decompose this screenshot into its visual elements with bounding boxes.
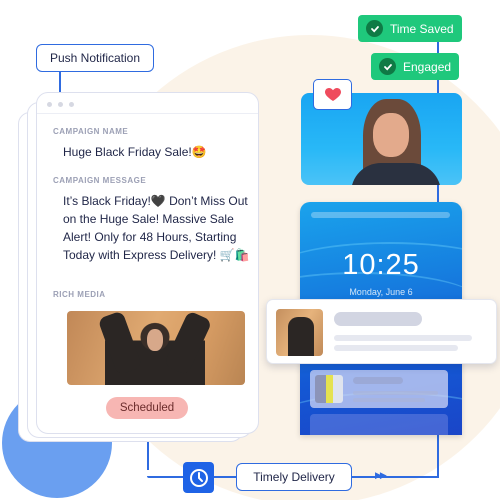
status-bar: [311, 212, 450, 218]
status-badge: Scheduled: [106, 397, 188, 419]
campaign-card: CAMPAIGN NAME Huge Black Friday Sale!🤩 C…: [36, 92, 259, 434]
outcome-engaged: Engaged: [371, 53, 460, 80]
campaign-message-value[interactable]: It’s Black Friday!🖤 Don’t Miss Out on th…: [63, 192, 258, 264]
skeleton-title: [353, 377, 403, 384]
skeleton-line: [353, 398, 425, 402]
clock-icon: [183, 462, 214, 493]
connector-line: [147, 476, 183, 478]
skeleton-line: [353, 391, 438, 395]
rich-media-label: RICH MEDIA: [53, 290, 106, 299]
notification-thumbnail: [315, 375, 343, 403]
connector-line: [352, 476, 438, 478]
notification-card[interactable]: [310, 414, 448, 435]
rich-media-image[interactable]: [67, 311, 245, 385]
outcome-label: Engaged: [403, 59, 452, 74]
double-arrow-right-icon: ▶▶: [375, 470, 387, 480]
skeleton-title: [334, 312, 422, 326]
campaign-name-label: CAMPAIGN NAME: [53, 127, 129, 136]
outcome-time-saved: Time Saved: [358, 15, 462, 42]
check-circle-icon: [379, 58, 396, 75]
notification-card-highlighted[interactable]: [266, 299, 497, 364]
timely-delivery-label: Timely Delivery: [236, 463, 352, 491]
notification-card[interactable]: [310, 370, 448, 408]
check-circle-icon: [366, 20, 383, 37]
connector-line: [59, 72, 61, 94]
push-notification-label: Push Notification: [36, 44, 154, 72]
outcome-label: Time Saved: [390, 21, 454, 36]
campaign-name-value[interactable]: Huge Black Friday Sale!🤩: [63, 143, 207, 161]
connector-line: [214, 476, 236, 478]
notification-thumbnail: [276, 309, 323, 356]
heart-icon[interactable]: [313, 79, 352, 110]
lock-screen-date: Monday, June 6: [349, 287, 413, 297]
lock-screen-time: 10:25: [342, 249, 420, 281]
card-divider: [37, 113, 258, 114]
skeleton-line: [334, 335, 472, 341]
skeleton-line: [334, 345, 458, 351]
window-dots: [47, 102, 74, 107]
campaign-message-label: CAMPAIGN MESSAGE: [53, 176, 147, 185]
